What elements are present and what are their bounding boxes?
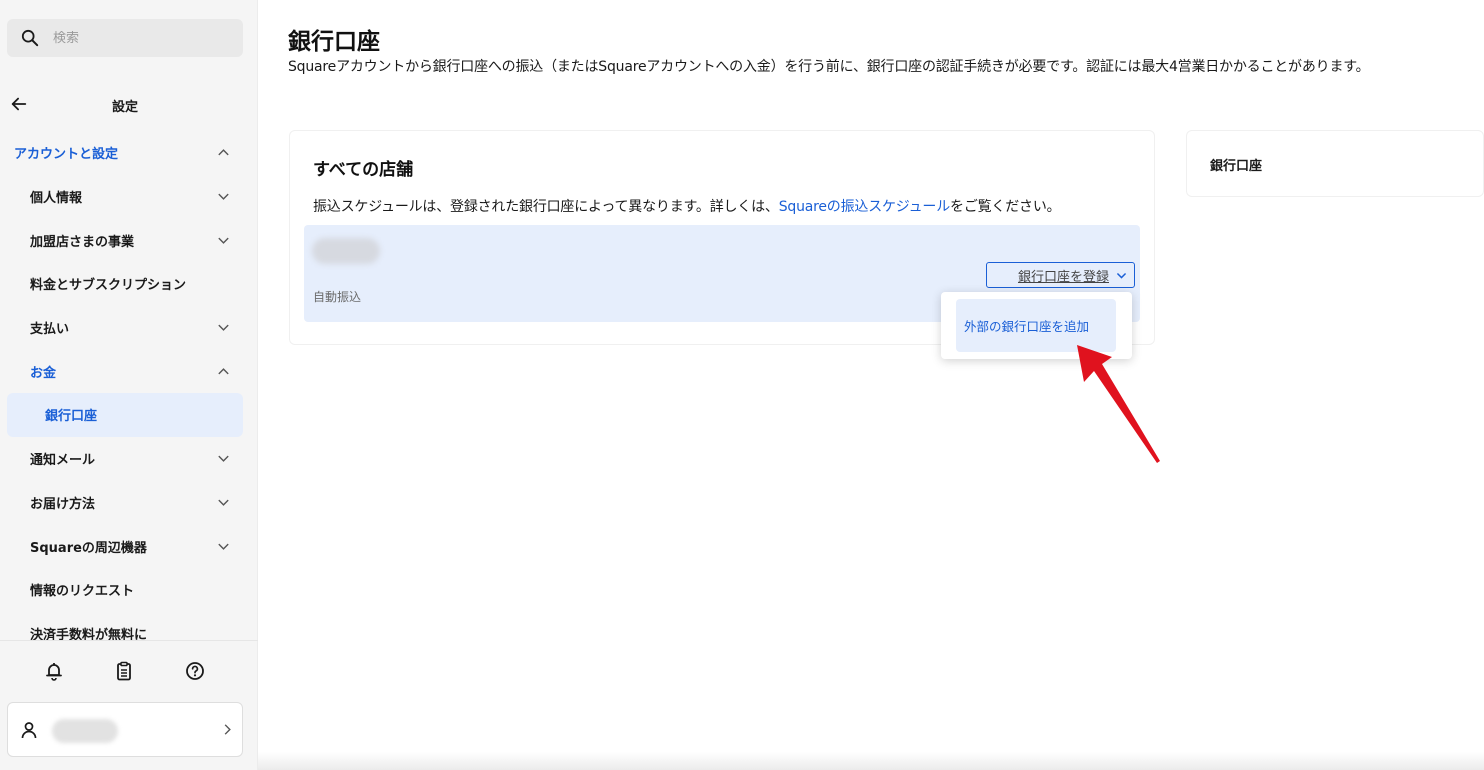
sidebar-footer	[0, 640, 258, 770]
nav-item-label: アカウントと設定	[14, 147, 119, 163]
card-description: 振込スケジュールは、登録された銀行口座によって異なります。詳しくは、Square…	[313, 196, 1061, 216]
register-bank-account-button[interactable]: 銀行口座を登録	[986, 262, 1135, 288]
nav-item-personal-info[interactable]: 個人情報	[0, 175, 258, 219]
nav-item-label: お届け方法	[30, 496, 96, 512]
nav-item-money[interactable]: お金	[0, 349, 258, 393]
chevron-down-icon	[218, 324, 229, 331]
nav-item-bank-accounts[interactable]: 銀行口座	[7, 393, 243, 437]
chevron-up-icon	[218, 149, 229, 156]
transfer-schedule-link[interactable]: Squareの振込スケジュール	[779, 199, 951, 215]
chevron-down-icon	[1116, 272, 1127, 279]
chevron-down-icon	[218, 543, 229, 550]
account-switcher[interactable]	[7, 702, 243, 757]
register-button-label: 銀行口座を登録	[1017, 269, 1109, 285]
bottom-divider	[258, 752, 1484, 770]
desc-text-before: 振込スケジュールは、登録された銀行口座によって異なります。詳しくは、	[313, 199, 779, 215]
page-subtitle: Squareアカウントから銀行口座への振込（またはSquareアカウントへの入金…	[288, 59, 1370, 75]
redacted-account-name	[312, 238, 380, 264]
person-icon	[21, 722, 37, 739]
add-external-bank-account-option[interactable]: 外部の銀行口座を追加	[956, 299, 1116, 352]
nav-item-label: Squareの周辺機器	[30, 540, 147, 556]
chevron-right-icon	[224, 724, 231, 735]
nav-item-label: お金	[30, 365, 57, 381]
nav-item-label: 支払い	[30, 322, 70, 338]
chevron-down-icon	[218, 193, 229, 200]
search-icon	[21, 29, 39, 47]
register-dropdown-menu: 外部の銀行口座を追加	[941, 292, 1132, 359]
nav-item-label: 情報のリクエスト	[30, 584, 135, 600]
nav-section-account-settings[interactable]: アカウントと設定	[0, 131, 258, 175]
redacted-username	[52, 719, 118, 743]
side-card-title: 銀行口座	[1210, 159, 1263, 174]
chevron-up-icon	[218, 367, 229, 375]
settings-title: 設定	[111, 100, 138, 115]
bell-icon[interactable]	[44, 661, 64, 681]
page-title: 銀行口座	[288, 29, 380, 55]
nav-item-square-hardware[interactable]: Squareの周辺機器	[0, 524, 258, 568]
search-bar[interactable]	[7, 19, 243, 57]
nav-item-label: 通知メール	[30, 453, 96, 469]
nav-item-free-processing[interactable]: 決済手数料が無料に	[0, 612, 258, 640]
nav-item-label: 銀行口座	[45, 409, 98, 425]
card-title: すべての店舗	[313, 160, 414, 180]
nav-item-notification-emails[interactable]: 通知メール	[0, 437, 258, 481]
nav-item-merchant-business[interactable]: 加盟店さまの事業	[0, 218, 258, 262]
chevron-down-icon	[218, 455, 229, 462]
chevron-down-icon	[218, 237, 229, 244]
nav-item-delivery-methods[interactable]: お届け方法	[0, 481, 258, 525]
clipboard-icon[interactable]	[114, 661, 134, 681]
nav-item-information-requests[interactable]: 情報のリクエスト	[0, 568, 258, 612]
nav-item-label: 料金とサブスクリプション	[30, 278, 187, 294]
desc-text-after: をご覧ください。	[950, 199, 1061, 215]
nav-item-pricing-subscriptions[interactable]: 料金とサブスクリプション	[0, 262, 258, 306]
chevron-down-icon	[218, 499, 229, 506]
settings-nav: アカウントと設定 個人情報 加盟店さまの事業 料金とサブスクリプション 支払い …	[0, 131, 258, 640]
settings-header: 設定	[0, 88, 258, 120]
auto-transfer-label: 自動振込	[313, 290, 362, 304]
nav-item-label: 個人情報	[30, 191, 83, 207]
sidebar: 設定 アカウントと設定 個人情報 加盟店さまの事業 料金とサブスクリプション 支…	[0, 0, 258, 770]
help-icon[interactable]	[185, 661, 205, 681]
nav-item-payments[interactable]: 支払い	[0, 306, 258, 350]
search-input[interactable]	[53, 30, 223, 46]
nav-item-label: 決済手数料が無料に	[30, 627, 148, 640]
bank-account-side-card: 銀行口座	[1186, 130, 1484, 197]
nav-item-label: 加盟店さまの事業	[30, 234, 135, 250]
